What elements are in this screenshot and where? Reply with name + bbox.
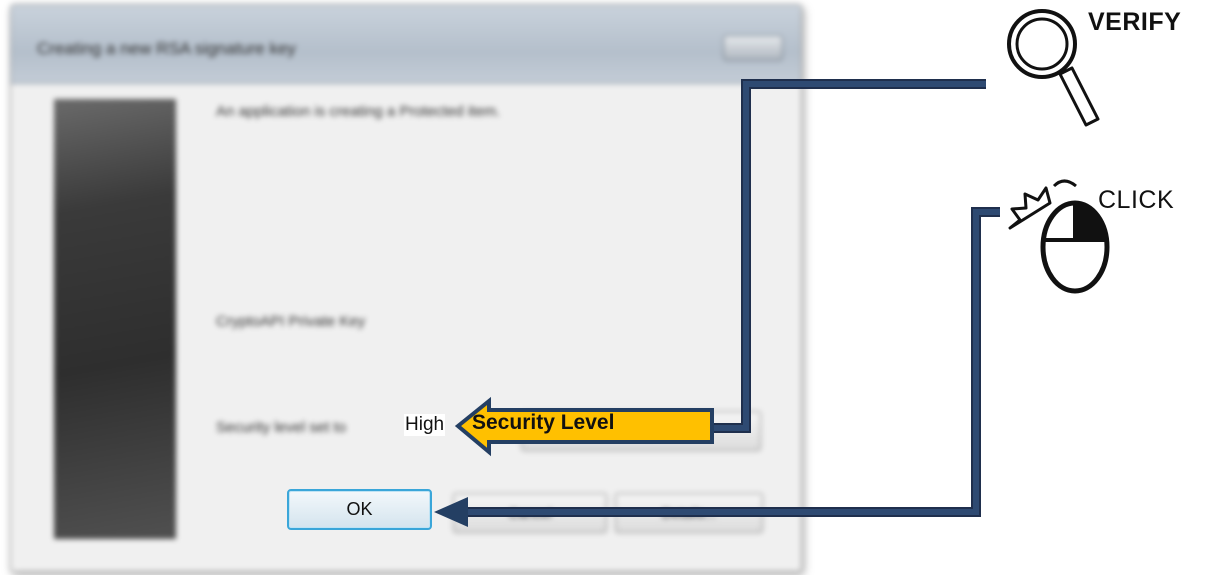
click-label: CLICK <box>1098 186 1175 214</box>
magnifier-icon <box>1007 9 1100 127</box>
click-arrowhead <box>434 497 468 527</box>
mouse-click-icon <box>1008 179 1110 294</box>
annotation-overlay <box>434 9 1110 527</box>
callout-label: Security Level <box>472 411 615 434</box>
click-connector <box>434 207 1000 527</box>
verify-connector <box>714 79 986 433</box>
verify-label: VERIFY <box>1088 8 1182 36</box>
